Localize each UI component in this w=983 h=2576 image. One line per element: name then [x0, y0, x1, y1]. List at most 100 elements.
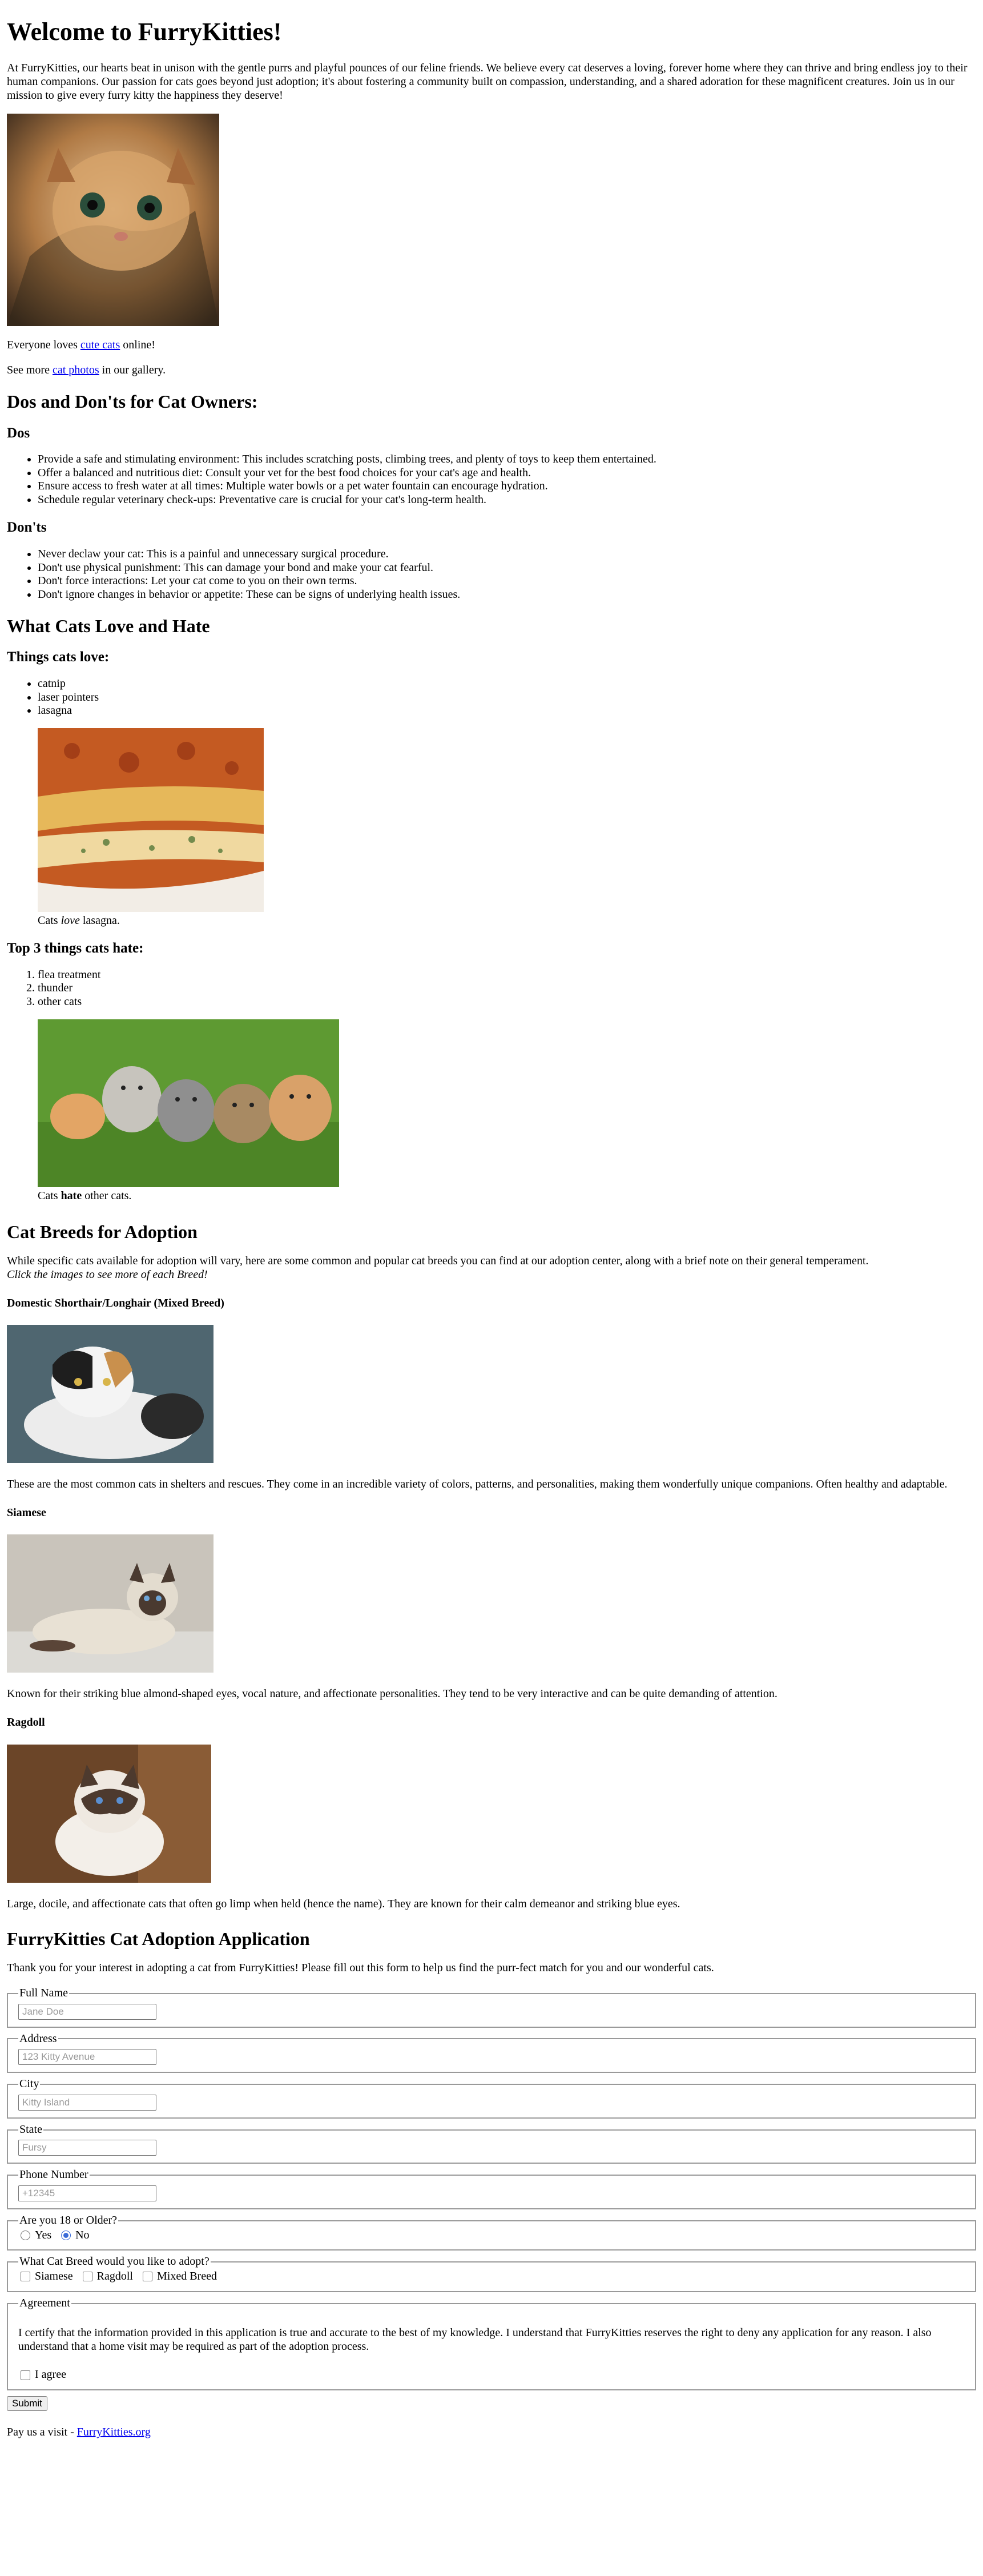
adoption-form: Full Name Address City State Phone Numbe… — [7, 1986, 976, 2412]
mixed-breed-option[interactable]: Mixed Breed — [140, 2270, 217, 2284]
see-more-prefix: See more — [7, 363, 53, 376]
breed-name-siamese: Siamese — [7, 1506, 46, 1519]
submit-button[interactable]: Submit — [7, 2396, 47, 2412]
donts-heading: Don'ts — [7, 520, 47, 536]
breed-choice-legend: What Cat Breed would you like to adopt? — [19, 2255, 210, 2268]
city-input[interactable] — [18, 2094, 156, 2111]
state-input[interactable] — [18, 2140, 156, 2156]
dos-list: Provide a safe and stimulating environme… — [7, 453, 976, 507]
form-intro: Thank you for your interest in adopting … — [7, 1962, 714, 1975]
siamese-photo-link[interactable] — [7, 1534, 213, 1673]
love-list: catnip laser pointers lasagna — [7, 677, 976, 718]
see-more-suffix: in our gallery. — [99, 363, 166, 376]
list-item: Don't force interactions: Let your cat c… — [38, 574, 976, 588]
footer-line: Pay us a visit - FurryKitties.org — [7, 2426, 976, 2440]
cute-cats-link[interactable]: cute cats — [80, 339, 120, 351]
everyone-loves-prefix: Everyone loves — [7, 339, 80, 352]
agreement-legend: Agreement — [19, 2296, 70, 2309]
age-yes-radio[interactable] — [21, 2230, 30, 2240]
siamese-option[interactable]: Siamese — [18, 2270, 73, 2284]
age-yes-option[interactable]: Yes — [18, 2229, 51, 2243]
kittens-photo — [38, 1019, 339, 1187]
lasagna-photo — [38, 728, 264, 912]
agree-label: I agree — [35, 2368, 66, 2381]
siamese-checkbox[interactable] — [21, 2272, 30, 2282]
list-item: Schedule regular veterinary check-ups: P… — [38, 493, 976, 507]
full-name-input[interactable] — [18, 2003, 156, 2020]
see-more-line: See more cat photos in our gallery. — [7, 364, 976, 377]
lasagna-figure: Cats love lasagna. — [38, 728, 976, 928]
footer-prefix: Pay us a visit - — [7, 2426, 77, 2439]
siamese-label: Siamese — [35, 2270, 73, 2282]
dos-heading: Dos — [7, 425, 30, 441]
agreement-fieldset: Agreement I certify that the information… — [7, 2296, 976, 2391]
intro-paragraph: At FurryKitties, our hearts beat in unis… — [7, 62, 968, 102]
breeds-intro: While specific cats available for adopti… — [7, 1255, 976, 1281]
ragdoll-photo-link[interactable] — [7, 1744, 211, 1883]
cat-photos-link[interactable]: cat photos — [53, 364, 99, 376]
agree-option[interactable]: I agree — [18, 2368, 66, 2382]
lasagna-caption: Cats love lasagna. — [38, 914, 976, 928]
list-item: catnip — [38, 677, 976, 691]
mixed-breed-photo-link[interactable] — [7, 1325, 213, 1464]
list-item: Provide a safe and stimulating environme… — [38, 453, 976, 467]
lasagna-caption-prefix: Cats — [38, 914, 61, 927]
footer-link[interactable]: FurryKitties.org — [77, 2426, 151, 2438]
breed-desc-ragdoll: Large, docile, and affectionate cats tha… — [7, 1897, 680, 1910]
full-name-legend: Full Name — [19, 1986, 68, 1999]
age-legend: Are you 18 or Older? — [19, 2213, 118, 2227]
list-item: lasagna — [38, 704, 976, 718]
kittens-caption: Cats hate other cats. — [38, 1189, 976, 1203]
lasagna-caption-suffix: lasagna. — [79, 914, 120, 927]
age-no-label: No — [75, 2228, 90, 2241]
ragdoll-option[interactable]: Ragdoll — [80, 2270, 133, 2284]
page-title: Welcome to FurryKitties! — [7, 18, 282, 46]
full-name-fieldset: Full Name — [7, 1986, 976, 2028]
phone-input[interactable] — [18, 2185, 156, 2201]
list-item: flea treatment — [38, 968, 976, 982]
age-no-radio[interactable] — [61, 2230, 71, 2240]
everyone-loves-suffix: online! — [120, 339, 155, 352]
kittens-caption-suffix: other cats. — [82, 1189, 132, 1202]
list-item: Never declaw your cat: This is a painful… — [38, 548, 976, 561]
love-hate-heading: What Cats Love and Hate — [7, 616, 210, 637]
page: Welcome to FurryKitties! At FurryKitties… — [0, 0, 983, 2440]
mixed-breed-checkbox[interactable] — [143, 2272, 152, 2282]
kittens-caption-prefix: Cats — [38, 1189, 61, 1202]
kittens-caption-strong: hate — [61, 1189, 82, 1202]
lasagna-caption-em: love — [61, 914, 80, 927]
state-fieldset: State — [7, 2123, 976, 2164]
love-heading: Things cats love: — [7, 649, 110, 665]
address-legend: Address — [19, 2032, 57, 2045]
breed-choice-fieldset: What Cat Breed would you like to adopt? … — [7, 2255, 976, 2292]
age-no-option[interactable]: No — [59, 2228, 90, 2243]
address-input[interactable] — [18, 2049, 156, 2065]
breed-name-ragdoll: Ragdoll — [7, 1715, 45, 1729]
state-legend: State — [19, 2123, 42, 2136]
agreement-text: I certify that the information provided … — [18, 2326, 932, 2353]
list-item: laser pointers — [38, 691, 976, 705]
list-item: Ensure access to fresh water at all time… — [38, 480, 976, 493]
form-heading: FurryKitties Cat Adoption Application — [7, 1928, 310, 1950]
list-item: thunder — [38, 982, 976, 995]
kittens-figure: Cats hate other cats. — [38, 1019, 976, 1203]
everyone-loves-line: Everyone loves cute cats online! — [7, 339, 976, 352]
ragdoll-label: Ragdoll — [96, 2270, 133, 2282]
age-yes-label: Yes — [35, 2228, 52, 2241]
agree-checkbox[interactable] — [21, 2370, 30, 2380]
hate-list: flea treatment thunder other cats — [7, 968, 976, 1009]
breeds-intro-text: While specific cats available for adopti… — [7, 1255, 869, 1268]
list-item: Don't ignore changes in behavior or appe… — [38, 588, 976, 602]
address-fieldset: Address — [7, 2032, 976, 2073]
list-item: other cats — [38, 995, 976, 1009]
list-item: Offer a balanced and nutritious diet: Co… — [38, 467, 976, 480]
hate-heading: Top 3 things cats hate: — [7, 941, 144, 957]
kitten-photo — [7, 114, 219, 327]
age-fieldset: Are you 18 or Older? Yes No — [7, 2213, 976, 2251]
breeds-intro-em: Click the images to see more of each Bre… — [7, 1268, 208, 1281]
dos-donts-heading: Dos and Don'ts for Cat Owners: — [7, 391, 258, 412]
mixed-breed-label: Mixed Breed — [157, 2270, 217, 2282]
ragdoll-checkbox[interactable] — [82, 2272, 92, 2282]
phone-fieldset: Phone Number — [7, 2168, 976, 2209]
phone-legend: Phone Number — [19, 2168, 88, 2181]
